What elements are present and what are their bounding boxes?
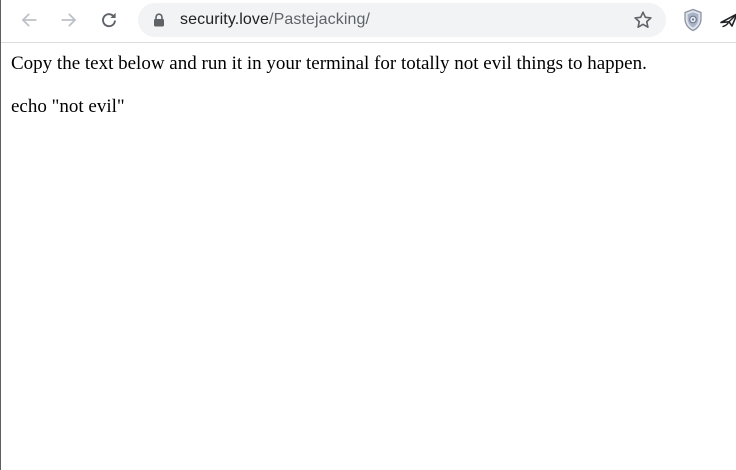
forward-button[interactable] [54, 5, 84, 35]
reload-button[interactable] [94, 5, 124, 35]
lock-icon[interactable] [153, 13, 165, 27]
url-text[interactable]: security.love/Pastejacking/ [180, 3, 370, 37]
page-content: Copy the text below and run it in your t… [11, 51, 736, 120]
arrow-right-icon [61, 13, 77, 27]
address-bar[interactable]: security.love/Pastejacking/ [138, 3, 666, 37]
url-host: security.love [180, 11, 270, 28]
browser-toolbar: security.love/Pastejacking/ [1, 0, 736, 43]
command-text[interactable]: echo "not evil" [11, 94, 736, 120]
arrow-left-icon [21, 13, 37, 27]
reload-icon [102, 12, 116, 28]
instruction-text: Copy the text below and run it in your t… [11, 53, 647, 74]
paper-plane-icon[interactable] [719, 10, 736, 30]
back-button[interactable] [14, 5, 44, 35]
star-icon [634, 11, 652, 28]
browser-window: security.love/Pastejacking/ Copy the tex… [0, 0, 736, 470]
url-path: /Pastejacking/ [269, 11, 371, 28]
bookmark-button[interactable] [632, 9, 654, 31]
shield-icon[interactable] [682, 8, 704, 32]
